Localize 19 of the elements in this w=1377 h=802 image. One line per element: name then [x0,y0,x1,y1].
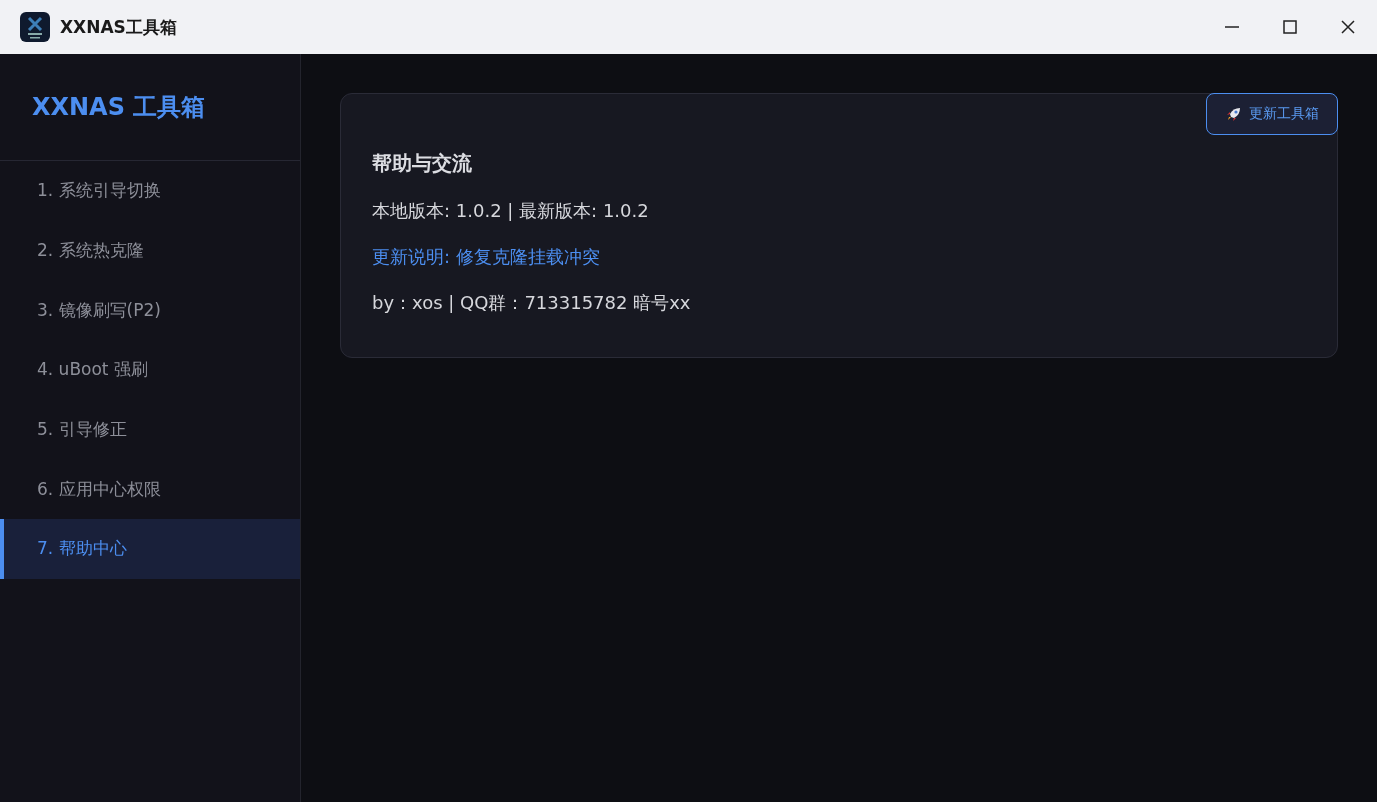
brand-title: XXNAS 工具箱 [0,54,300,161]
app-icon [20,12,50,42]
sidebar-item[interactable]: 1. 系统引导切换 [0,161,300,221]
sidebar-item[interactable]: 2. 系统热克隆 [0,220,300,281]
sidebar-item[interactable]: 3. 镜像刷写(P2) [0,280,300,341]
sidebar-item[interactable]: 6. 应用中心权限 [0,459,300,520]
close-icon [1339,18,1357,36]
sidebar-item[interactable]: 4. uBoot 强刷 [0,340,300,400]
card-title: 帮助与交流 [372,150,473,177]
update-notes-link[interactable]: 更新说明: 修复克隆挂载冲突 [372,245,1306,269]
maximize-icon [1281,18,1299,36]
window-title: XXNAS工具箱 [60,15,177,39]
update-button[interactable]: 更新工具箱 [1206,93,1338,135]
info-text: by：xos | QQ群：713315782 暗号xx [372,291,692,315]
sidebar-item[interactable]: 5. 引导修正 [0,399,300,460]
info-text: 本地版本: 1.0.2 | 最新版本: 1.0.2 [372,199,650,223]
rocket-icon [1225,105,1243,123]
sidebar-item[interactable]: 7. 帮助中心 [0,519,300,579]
minimize-icon [1225,26,1239,28]
